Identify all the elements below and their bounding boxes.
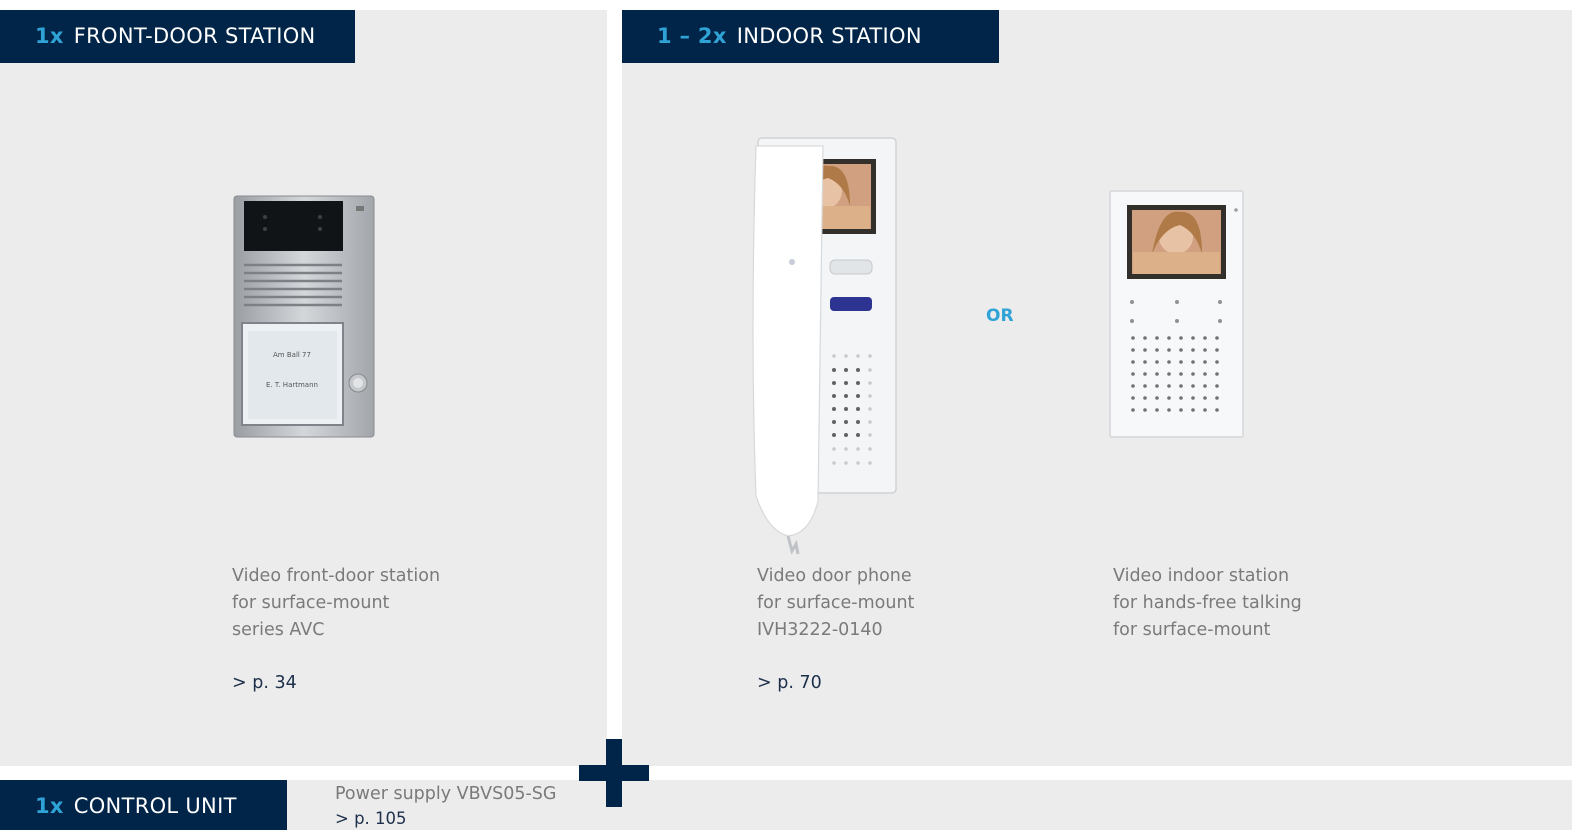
- front-door-desc-line-2: for surface-mount: [232, 593, 390, 613]
- handsfree-desc-line-1: Video indoor station: [1113, 566, 1290, 586]
- door-phone-desc-line-1: Video door phone: [757, 566, 912, 586]
- video-door-phone-image: [752, 137, 897, 555]
- front-door-station-image: Am Ball 77 E. T. Hartmann: [233, 195, 375, 438]
- indoor-title: INDOOR STATION: [736, 24, 922, 48]
- front-door-desc-line-3: series AVC: [232, 620, 325, 640]
- control-unit-description: Power supply VBVS05-SG: [335, 784, 557, 804]
- door-phone-desc-line-2: for surface-mount: [757, 593, 915, 613]
- nameplate-line-2: E. T. Hartmann: [266, 381, 318, 389]
- handsfree-desc-line-2: for hands-free talking: [1113, 593, 1302, 613]
- indoor-qty: 1 – 2x: [657, 24, 727, 48]
- front-door-desc-line-1: Video front-door station: [232, 566, 441, 586]
- handsfree-description: Video indoor station for hands-free talk…: [1113, 563, 1302, 644]
- door-phone-desc-line-3: IVH3222-0140: [757, 620, 883, 640]
- front-door-qty: 1x: [35, 24, 64, 48]
- door-phone-description: Video door phone for surface-mount IVH32…: [757, 563, 914, 644]
- plus-icon-bar: [579, 765, 649, 781]
- front-door-header: 1x FRONT-DOOR STATION: [0, 10, 355, 63]
- front-door-page-ref: > p. 34: [232, 673, 297, 693]
- door-phone-page-ref: > p. 70: [757, 673, 822, 693]
- indoor-header: 1 – 2x INDOOR STATION: [622, 10, 999, 63]
- or-label: OR: [986, 306, 1014, 326]
- nameplate-line-1: Am Ball 77: [273, 351, 311, 359]
- control-unit-header: 1x CONTROL UNIT: [0, 780, 287, 830]
- control-unit-page-ref: > p. 105: [335, 809, 407, 828]
- handsfree-desc-line-3: for surface-mount: [1113, 620, 1271, 640]
- front-door-description: Video front-door station for surface-mou…: [232, 563, 440, 644]
- handsfree-indoor-station-image: [1109, 190, 1244, 438]
- control-unit-qty: 1x: [35, 794, 64, 818]
- front-door-title: FRONT-DOOR STATION: [73, 24, 316, 48]
- control-unit-title: CONTROL UNIT: [73, 794, 237, 818]
